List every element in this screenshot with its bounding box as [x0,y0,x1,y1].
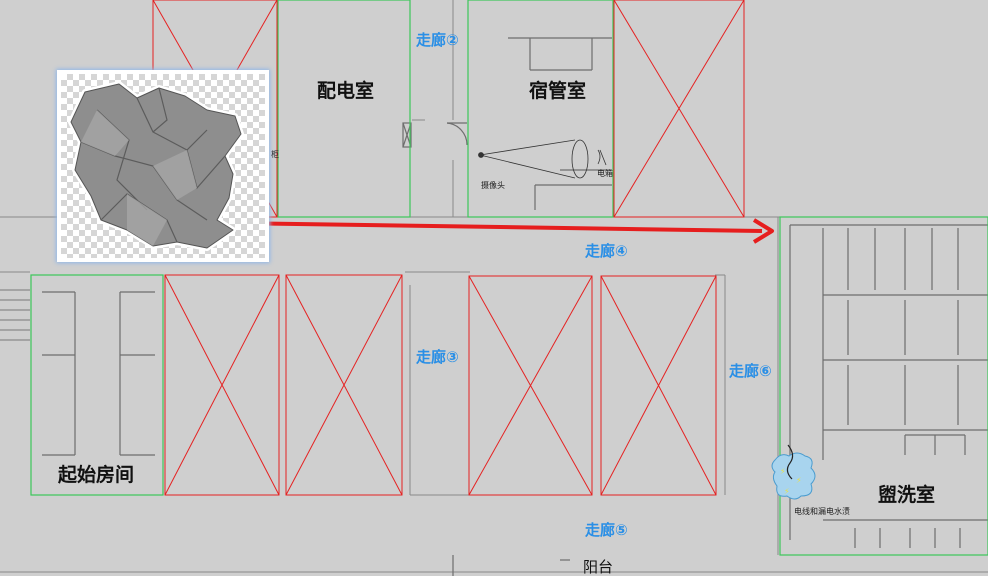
balcony-label[interactable]: 阳台 [583,556,613,576]
held-item-card[interactable] [57,70,269,262]
corridor-6-label: 走廊⑥ [729,362,772,380]
corridor-5-label: 走廊⑤ [585,521,628,539]
svg-text:⚡: ⚡ [780,467,786,476]
game-map: ⚡ ⚡ ⚡ 走廊② 走廊③ 走廊④ 走廊⑤ 走廊⑥ 配电室 宿管室 起始房间 盥… [0,0,988,576]
electric-box-annotation: 电箱 [597,169,613,178]
stairs [0,289,30,341]
room-distribution-border [277,0,411,218]
camera-view-cone [478,139,607,179]
camera-annotation: 摄像头 [481,181,505,190]
crumpled-paper-icon [68,81,244,251]
room-washroom-label[interactable]: 盥洗室 [878,480,935,507]
hazard-annotation: 电线和漏电水渍 [794,507,850,516]
corridor-4-label: 走廊④ [585,242,628,260]
corridor-3-label: 走廊③ [416,348,459,366]
svg-text:⚡: ⚡ [796,476,802,485]
room-start-label[interactable]: 起始房间 [58,460,134,487]
room-dorm-manager-label[interactable]: 宿管室 [529,76,586,103]
cabinet-annotation: 柜 [271,150,279,159]
route-arrow [231,218,774,244]
corridor-2-label: 走廊② [416,31,459,49]
room-distribution-label[interactable]: 配电室 [317,76,374,103]
svg-text:⚡: ⚡ [784,487,790,496]
